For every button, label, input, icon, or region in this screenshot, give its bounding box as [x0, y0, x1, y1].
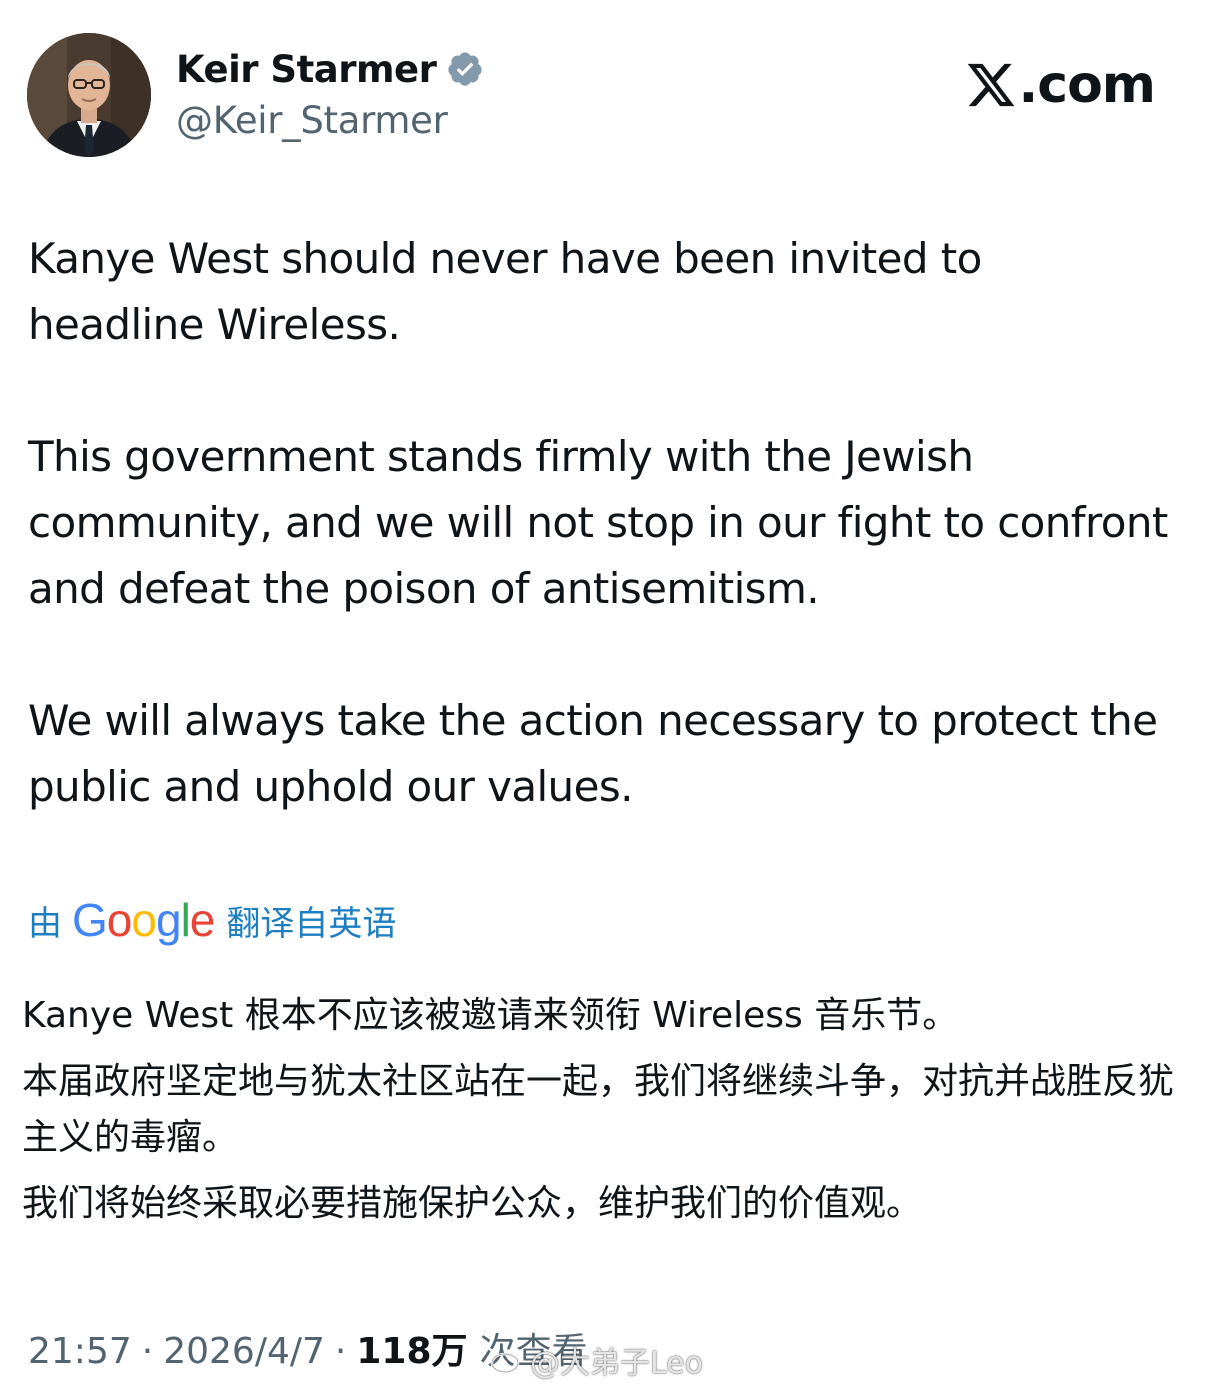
weibo-watermark: @大弟子Leo: [490, 1338, 703, 1382]
site-watermark: .com: [965, 55, 1156, 115]
translation-attribution[interactable]: 由 Google 翻译自英语: [28, 893, 396, 947]
tweet-time[interactable]: 21:57: [28, 1331, 132, 1372]
watermark-text: @大弟子Leo: [530, 1346, 703, 1381]
avatar[interactable]: [27, 33, 151, 157]
tweet-paragraph: We will always take the action necessary…: [28, 696, 1158, 811]
translation-paragraph: 我们将始终采取必要措施保护公众，维护我们的价值观。: [22, 1183, 923, 1224]
translation-suffix: 翻译自英语: [226, 903, 397, 944]
tweet-date[interactable]: 2026/4/7: [163, 1331, 325, 1372]
author-names: Keir Starmer @Keir_Starmer: [176, 43, 484, 142]
x-logo-icon: [965, 59, 1017, 111]
translation-paragraph: Kanye West 根本不应该被邀请来领衔 Wireless 音乐节。: [22, 995, 959, 1036]
display-name[interactable]: Keir Starmer: [176, 48, 437, 91]
tweet-paragraph: Kanye West should never have been invite…: [28, 234, 982, 349]
display-name-row: Keir Starmer: [176, 43, 484, 95]
tweet-header: Keir Starmer @Keir_Starmer .com: [27, 33, 1177, 157]
translated-text: Kanye West 根本不应该被邀请来领衔 Wireless 音乐节。 本届政…: [22, 988, 1182, 1232]
translation-prefix: 由: [28, 903, 62, 944]
view-count[interactable]: 118万: [356, 1322, 467, 1374]
avatar-portrait: [27, 33, 151, 157]
meta-separator: ·: [334, 1331, 347, 1372]
tweet-text: Kanye West should never have been invite…: [28, 226, 1168, 820]
tweet-paragraph: This government stands firmly with the J…: [28, 432, 1168, 613]
translation-paragraph: 本届政府坚定地与犹太社区站在一起，我们将继续斗争，对抗并战胜反犹主义的毒瘤。: [22, 1061, 1175, 1158]
site-label: .com: [1018, 55, 1156, 115]
verified-badge-icon[interactable]: [446, 50, 484, 88]
meta-separator: ·: [141, 1331, 154, 1372]
google-logo: Google: [72, 894, 215, 946]
user-handle[interactable]: @Keir_Starmer: [176, 99, 484, 142]
weibo-icon: [490, 1345, 524, 1375]
